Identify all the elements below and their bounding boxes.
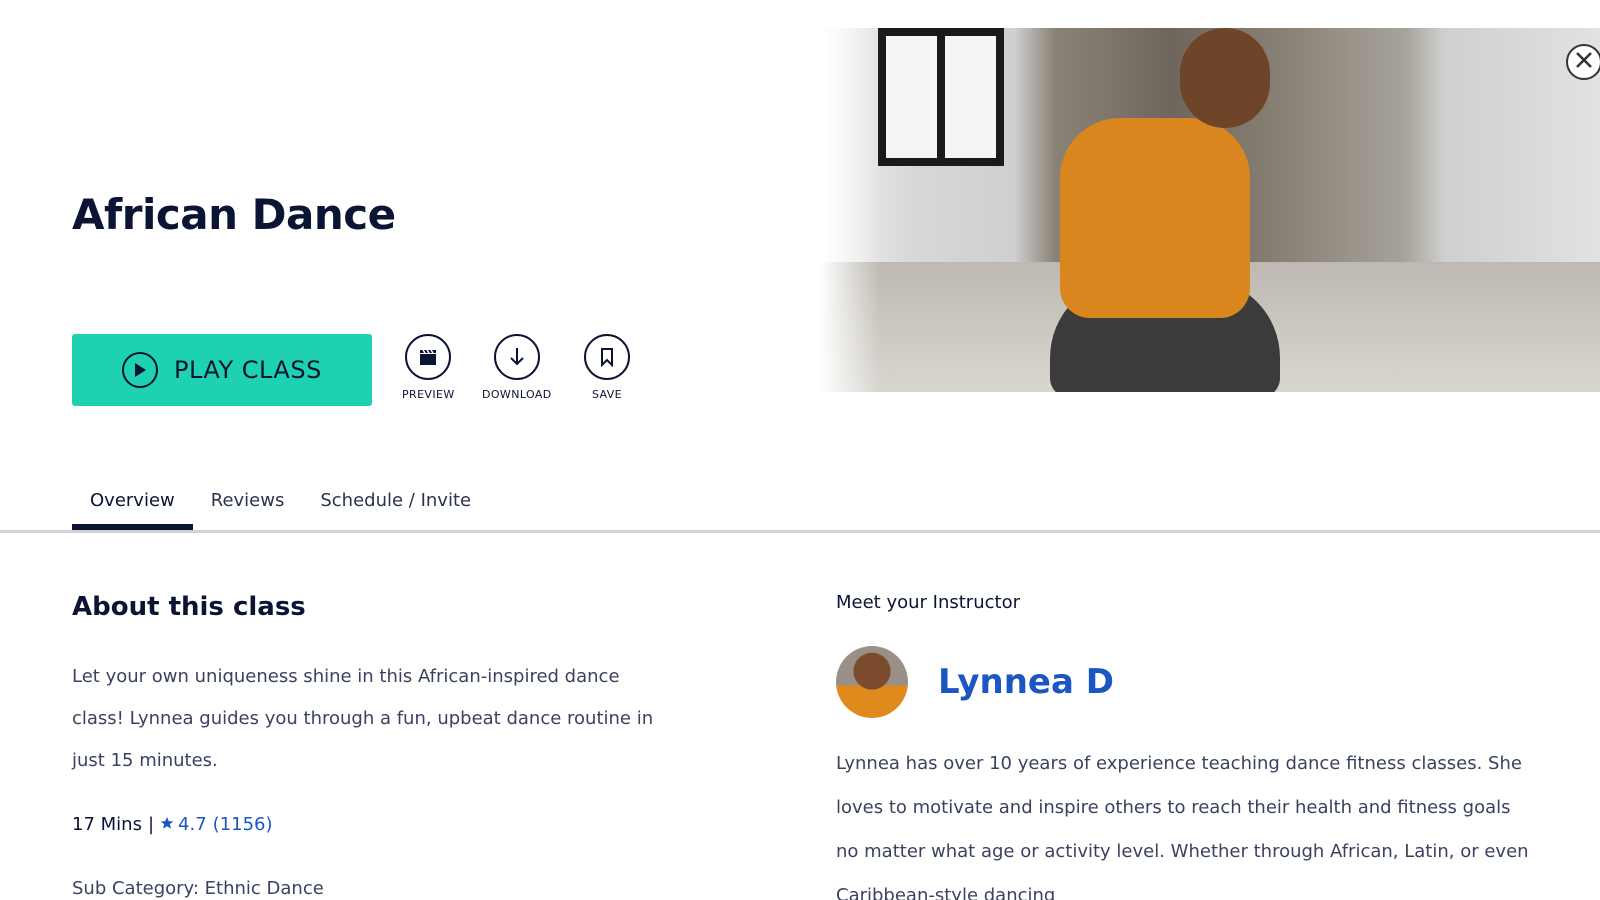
play-class-label: PLAY CLASS [174, 356, 322, 384]
close-icon [1574, 50, 1594, 74]
image-fade [820, 28, 880, 392]
instructor-head-shape [1180, 28, 1270, 128]
download-arrow-icon [493, 334, 540, 380]
rating-count: (1156) [212, 814, 273, 835]
class-hero-image [820, 28, 1600, 392]
preview-label: PREVIEW [402, 388, 455, 401]
instructor-name-link[interactable]: Lynnea D [938, 662, 1114, 702]
meta-separator: | [147, 814, 155, 835]
meet-instructor-heading: Meet your Instructor [836, 592, 1020, 613]
class-meta: 17 Mins | 4.7 (1156) [72, 814, 273, 835]
rating-link[interactable]: 4.7 (1156) [160, 814, 273, 835]
tab-schedule-invite[interactable]: Schedule / Invite [302, 476, 489, 530]
instructor-body-shape [1060, 118, 1250, 318]
rating-value: 4.7 [178, 814, 207, 835]
close-button[interactable] [1566, 44, 1600, 80]
download-button[interactable]: DOWNLOAD [482, 334, 552, 401]
about-title: About this class [72, 592, 306, 622]
play-circle-icon [122, 352, 158, 388]
preview-button[interactable]: PREVIEW [402, 334, 455, 401]
instructor-bio: Lynnea has over 10 years of experience t… [836, 753, 1529, 900]
tabs-divider [0, 530, 1600, 533]
duration: 17 Mins [72, 814, 142, 835]
class-description: Let your own uniqueness shine in this Af… [72, 666, 654, 771]
clapperboard-icon [405, 334, 452, 380]
class-title: African Dance [72, 190, 396, 239]
play-class-button[interactable]: PLAY CLASS [72, 334, 372, 406]
instructor-avatar[interactable] [836, 646, 908, 718]
window-shape [878, 28, 1004, 166]
download-label: DOWNLOAD [482, 388, 552, 401]
save-label: SAVE [591, 388, 623, 401]
subcategory: Sub Category: Ethnic Dance [72, 878, 324, 899]
class-tabs: Overview Reviews Schedule / Invite [72, 476, 489, 530]
star-icon [160, 814, 174, 835]
tab-reviews[interactable]: Reviews [193, 476, 303, 530]
tab-overview[interactable]: Overview [72, 476, 193, 530]
bookmark-icon [584, 334, 630, 380]
save-button[interactable]: SAVE [584, 334, 630, 401]
